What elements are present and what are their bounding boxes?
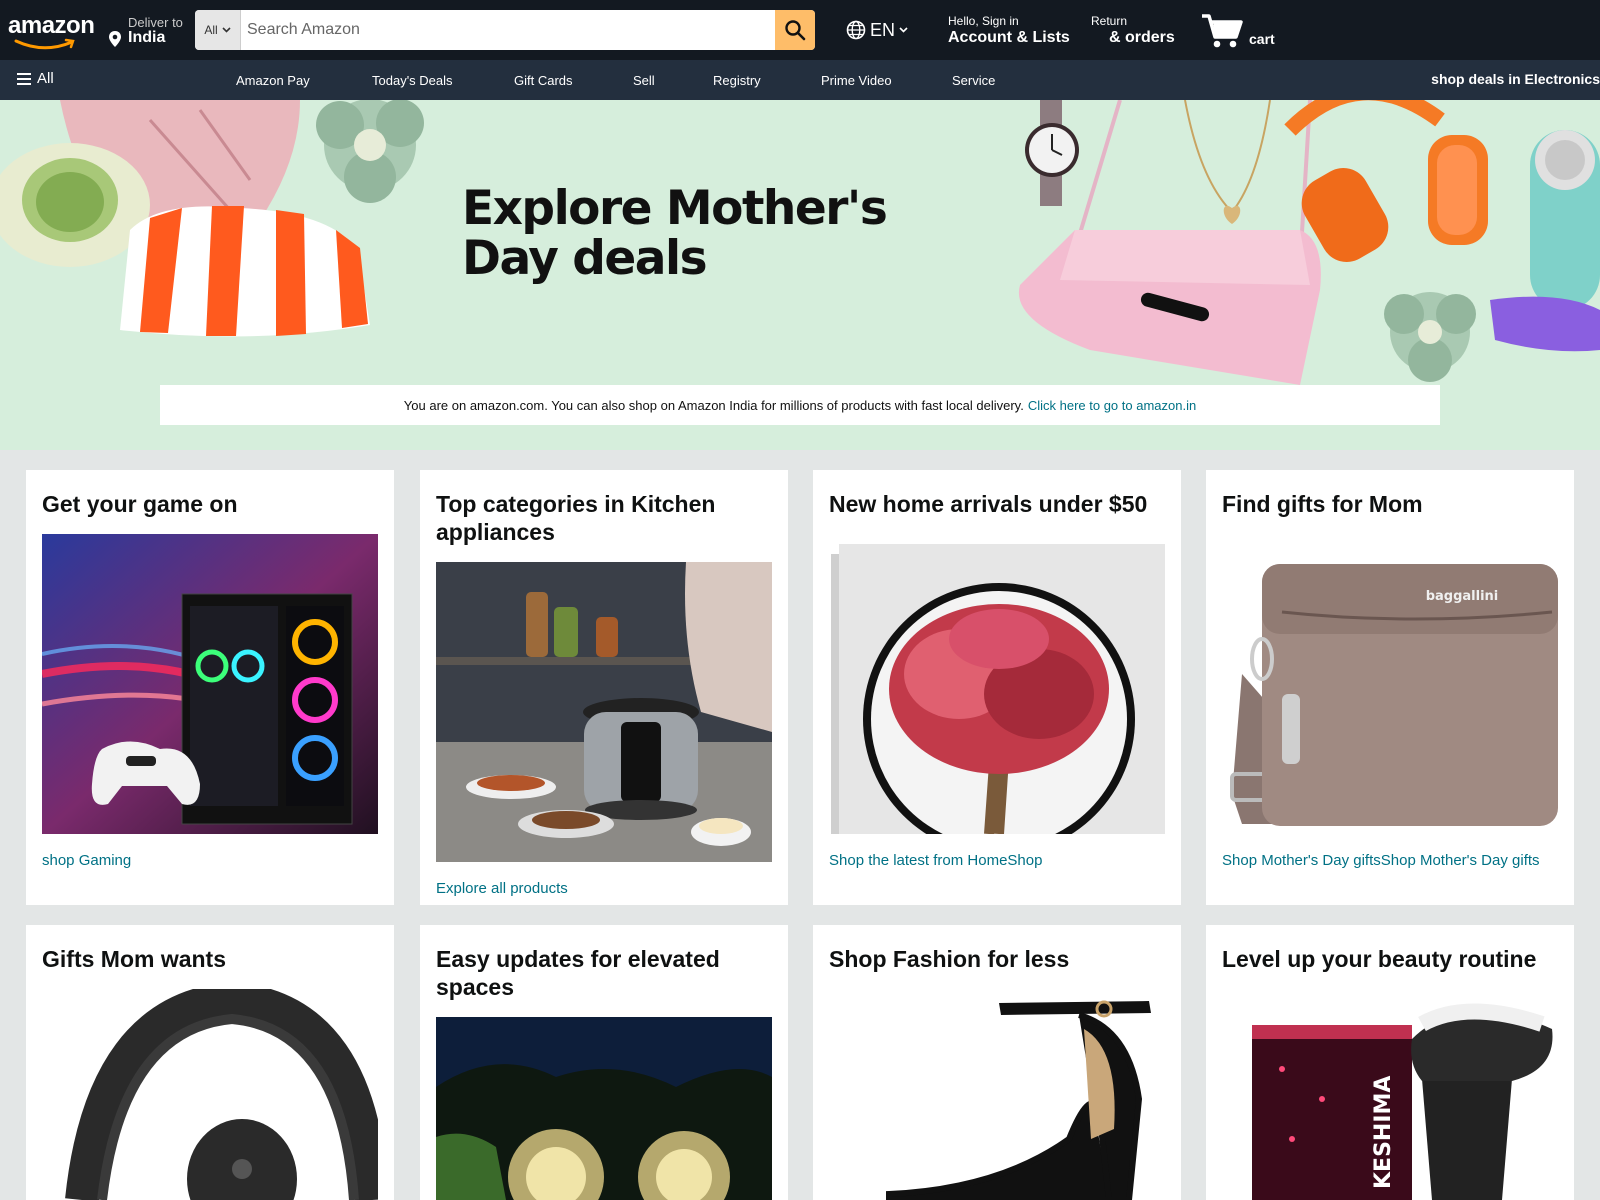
search-button[interactable] [775, 10, 815, 50]
card-title: Gifts Mom wants [42, 946, 227, 972]
card-title: Get your game on [42, 491, 238, 517]
nav-link-amazon-pay[interactable]: Amazon Pay [236, 73, 310, 88]
card-title: Shop Fashion for less [829, 946, 1070, 972]
card-gaming: Get your game on shop Gaming [26, 470, 394, 905]
card-fashion: Shop Fashion for less [813, 925, 1181, 1200]
hero-banner[interactable]: Explore Mother's Day deals You are on am… [0, 100, 1600, 450]
nav-link-prime-video[interactable]: Prime Video [821, 73, 892, 88]
language-selector[interactable]: EN [846, 18, 908, 42]
returns-orders[interactable]: Return & orders [1091, 14, 1175, 47]
card-title: Top categories in Kitchen appliances [436, 491, 716, 545]
region-notice-text: You are on amazon.com. You can also shop… [403, 397, 1024, 413]
deliver-to[interactable]: Deliver to India [108, 12, 194, 52]
card-link[interactable]: Shop Mother's Day giftsShop Mother's Day… [1222, 851, 1562, 870]
account-lists[interactable]: Hello, Sign in Account & Lists [948, 14, 1070, 47]
card-link[interactable]: Shop the latest from HomeShop [829, 851, 1169, 870]
product-brand-label: KESHIMA [1371, 1076, 1396, 1189]
region-notice-link[interactable]: Click here to go to amazon.in [1028, 398, 1196, 413]
card-home: New home arrivals under $50 Shop the lat… [813, 470, 1181, 905]
card-beauty: Level up your beauty routine KESHIMA [1206, 925, 1574, 1200]
region-notice: You are on amazon.com. You can also shop… [160, 385, 1440, 425]
card-mom-gifts: Find gifts for Mom baggallini Shop Mothe… [1206, 470, 1574, 905]
high-heel-shoe-image[interactable] [829, 989, 1165, 1200]
card-link[interactable]: Explore all products [436, 879, 776, 898]
cart-label: cart [1249, 31, 1275, 47]
nav-link-service[interactable]: Service [952, 73, 995, 88]
card-gifts-mom-wants: Gifts Mom wants [26, 925, 394, 1200]
card-kitchen: Top categories in Kitchen appliances Exp… [420, 470, 788, 905]
orders-label: & orders [1109, 29, 1175, 46]
cart-icon [1202, 14, 1243, 48]
amazon-logo[interactable]: amazon [6, 10, 96, 50]
nav-link-sell[interactable]: Sell [633, 73, 655, 88]
sub-navbar: All Amazon Pay Today's Deals Gift Cards … [0, 60, 1600, 100]
cart-button[interactable]: cart [1200, 10, 1280, 50]
search-bar: All [195, 10, 815, 50]
gaming-pc-image[interactable] [42, 534, 378, 834]
chevron-down-icon [899, 27, 908, 33]
crossbody-bag-image[interactable]: baggallini [1222, 534, 1558, 834]
smile-icon [14, 38, 75, 50]
makeup-brush-image[interactable]: KESHIMA [1222, 989, 1558, 1200]
electronics-promo-link[interactable]: shop deals in Electronics [1431, 71, 1600, 87]
search-input[interactable] [241, 10, 775, 50]
card-title: Easy updates for elevated spaces [436, 946, 720, 1000]
hamburger-icon [17, 72, 31, 85]
language-code: EN [870, 19, 896, 40]
rice-cooker-image[interactable] [436, 562, 772, 862]
search-icon [785, 20, 806, 41]
card-link[interactable]: shop Gaming [42, 851, 382, 870]
deliver-label: Deliver to [128, 15, 183, 30]
returns-label: Return [1091, 14, 1128, 28]
nav-link-registry[interactable]: Registry [713, 73, 761, 88]
deliver-country: India [128, 29, 166, 46]
card-title: Level up your beauty routine [1222, 946, 1537, 972]
card-elevated-spaces: Easy updates for elevated spaces [420, 925, 788, 1200]
top-navbar: amazon Deliver to India All Search Amazo… [0, 0, 1600, 60]
chevron-down-icon [222, 27, 231, 33]
garden-lights-image[interactable] [436, 1017, 772, 1200]
headphones-image[interactable] [42, 989, 378, 1200]
globe-icon [846, 20, 866, 40]
heart-tree-art-image[interactable] [829, 534, 1165, 834]
nav-link-todays-deals[interactable]: Today's Deals [372, 73, 453, 88]
location-pin-icon [109, 31, 121, 47]
all-menu-button[interactable]: All [16, 70, 54, 87]
hero-title: Explore Mother's Day deals [462, 181, 888, 286]
nav-link-gift-cards[interactable]: Gift Cards [514, 73, 573, 88]
account-greeting: Hello, Sign in [948, 14, 1019, 28]
card-title: New home arrivals under $50 [829, 491, 1148, 517]
search-category-select[interactable]: All [195, 10, 241, 50]
account-label: Account & Lists [948, 29, 1070, 46]
card-title: Find gifts for Mom [1222, 491, 1423, 517]
bag-brand-logo: baggallini [1426, 589, 1499, 604]
